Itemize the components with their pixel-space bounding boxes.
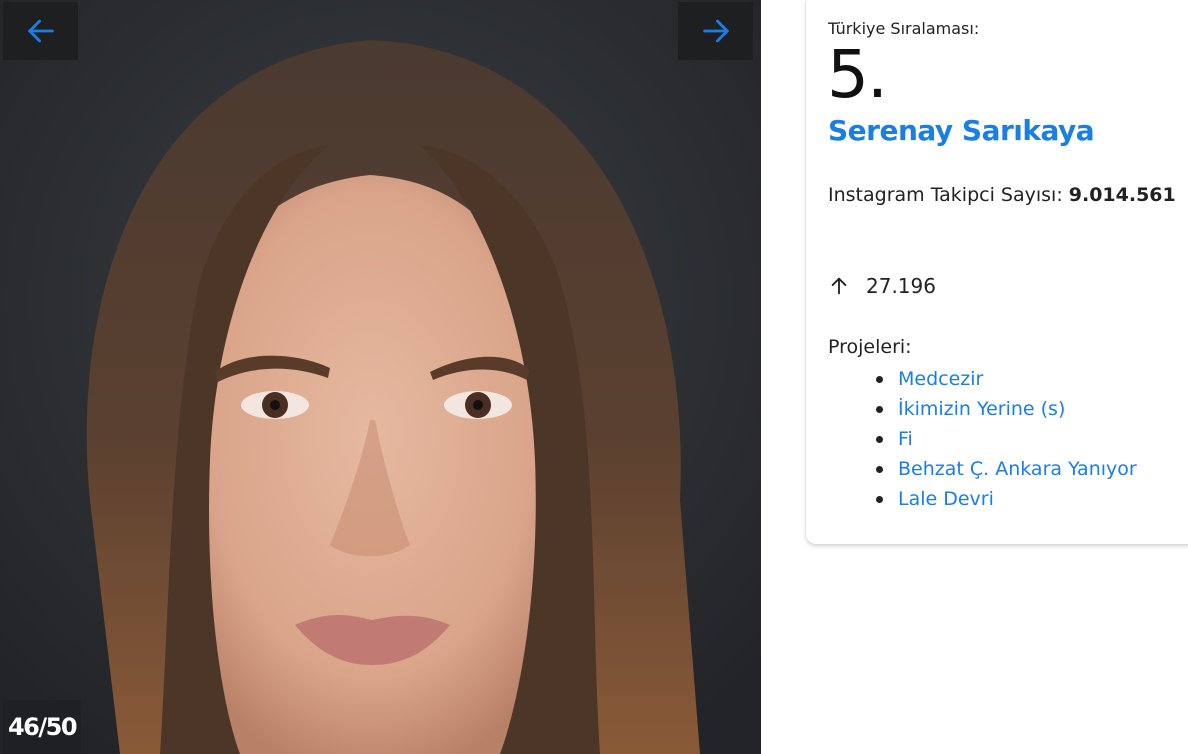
portrait-photo: [0, 0, 761, 754]
project-link[interactable]: İkimizin Yerine (s): [898, 398, 1065, 420]
project-link[interactable]: Lale Devri: [898, 488, 994, 510]
list-item: Medcezir: [876, 364, 1137, 394]
photo-panel: 46/50: [0, 0, 761, 754]
info-card: Türkiye Sıralaması: 5. Serenay Sarıkaya …: [806, 0, 1188, 544]
list-item: İkimizin Yerine (s): [876, 394, 1137, 424]
arrow-left-icon: [27, 19, 54, 43]
follower-change: 27.196: [828, 274, 936, 298]
previous-button[interactable]: [3, 2, 78, 60]
list-item: Behzat Ç. Ankara Yanıyor: [876, 454, 1137, 484]
project-link[interactable]: Behzat Ç. Ankara Yanıyor: [898, 458, 1137, 480]
next-button[interactable]: [678, 2, 753, 60]
list-item: Fi: [876, 424, 1137, 454]
arrow-right-icon: [702, 19, 729, 43]
project-link[interactable]: Fi: [898, 428, 913, 450]
projects-label: Projeleri:: [828, 336, 912, 358]
list-item: Lale Devri: [876, 484, 1137, 514]
bullet-icon: [876, 405, 883, 413]
rank-number: 5.: [827, 36, 888, 113]
bullet-icon: [876, 495, 883, 503]
person-name-link[interactable]: Serenay Sarıkaya: [828, 114, 1095, 147]
bullet-icon: [876, 465, 883, 473]
change-value: 27.196: [866, 274, 936, 298]
follower-count: Instagram Takipci Sayısı: 9.014.561: [828, 184, 1176, 206]
bullet-icon: [876, 435, 883, 443]
bullet-icon: [876, 375, 883, 383]
slide-counter: 46/50: [3, 700, 81, 754]
project-link[interactable]: Medcezir: [898, 368, 983, 390]
follower-value: 9.014.561: [1068, 184, 1176, 206]
arrow-up-icon: [831, 277, 847, 295]
follower-label: Instagram Takipci Sayısı:: [828, 184, 1063, 206]
projects-list: Medcezir İkimizin Yerine (s) Fi Behzat Ç…: [876, 364, 1137, 514]
